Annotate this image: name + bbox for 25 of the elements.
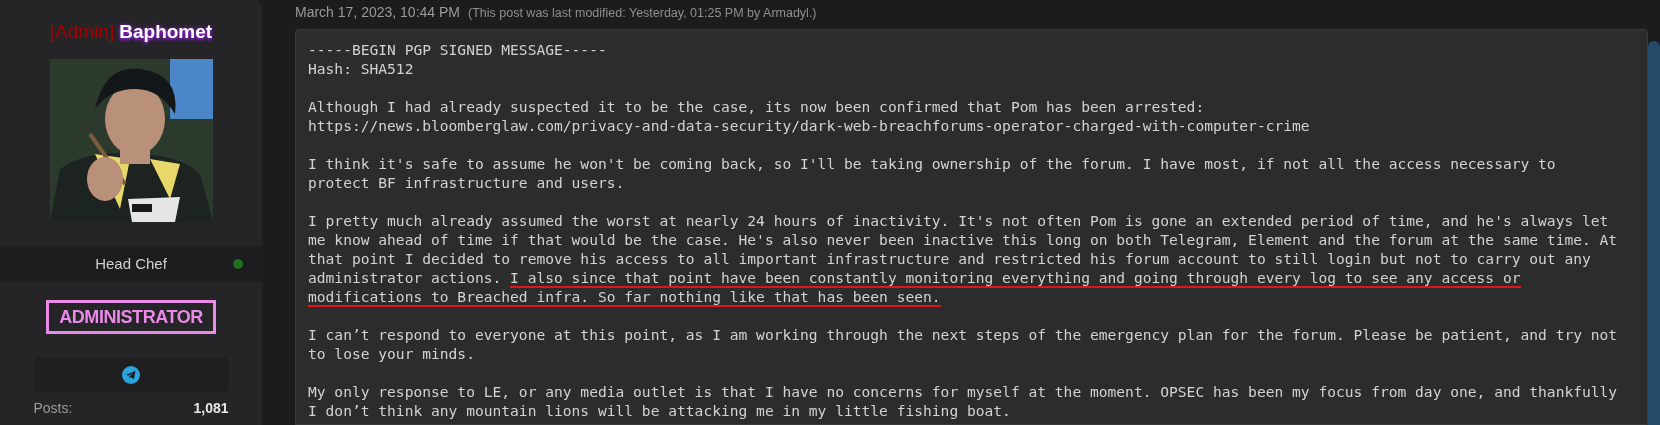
message-line: me know ahead of time if that would be the case. He's also never been inactive this long on both Telegram, Element and the forum at the same time. At bbox=[308, 230, 1619, 249]
message-line: My only response to LE, or any media outlet is that I have no concerns for myself at the moment. OPSEC has been my focus from day one, and thankfully bbox=[308, 382, 1619, 401]
post-date: March 17, 2023, 10:44 PM bbox=[295, 3, 460, 22]
message-line: -----BEGIN PGP SIGNED MESSAGE----- bbox=[308, 40, 608, 59]
stat-value: 1,081 bbox=[193, 399, 229, 418]
message-line: modifications to Breached infra. So far nothing like that has been seen. bbox=[308, 287, 942, 306]
message-line: https://news.bloomberglaw.com/privacy-and-data-security/dark-web-breachforums-operator-charged-with-computer-crime bbox=[308, 116, 1311, 135]
group-badge: ADMINISTRATOR bbox=[46, 300, 216, 334]
message-line: Although I had already suspected it to be the case, its now been confirmed that Pom has been arrested: bbox=[308, 97, 1206, 116]
message-line: administrator actions. I also since that point have been constantly monitoring everything and going through every log to see any access or bbox=[308, 268, 1522, 287]
message-line: protect BF infrastructure and users. bbox=[308, 173, 626, 192]
message-line: I don’t think any mountain lions will be attacking me in my little fishing boat. bbox=[308, 401, 1012, 420]
edit-note: (This post was last modified: Yesterday, 01:25 PM by Armadyl.) bbox=[468, 5, 817, 22]
stat-label: Posts: bbox=[33, 399, 73, 418]
scrollbar[interactable] bbox=[1648, 41, 1660, 425]
message-line: I can’t respond to everyone at this point, as I am working through the next steps of the emergency plan for the forum. Please be patient, and try not bbox=[308, 325, 1619, 344]
message-line: Hash: SHA512 bbox=[308, 59, 415, 78]
username[interactable]: Baphomet bbox=[119, 18, 213, 46]
message-line: that point I decided to remove his access to all important infrastructure and restricted his forum account to still login but not to carry out any bbox=[308, 249, 1592, 268]
user-title: Head Chef bbox=[95, 253, 167, 274]
message-line: to lose your minds. bbox=[308, 344, 476, 363]
message-line: I think it's safe to assume he won't be coming back, so I'll be taking ownership of the forum. I have most, if not all the access necessary to bbox=[308, 154, 1557, 173]
role-tag: [Admin] bbox=[49, 18, 115, 46]
telegram-icon[interactable] bbox=[122, 365, 140, 384]
message-line: I pretty much already assumed the worst at nearly 24 hours of inactivity. It's not often Pom is gone an extended period of time, and he's always let bbox=[308, 211, 1610, 230]
